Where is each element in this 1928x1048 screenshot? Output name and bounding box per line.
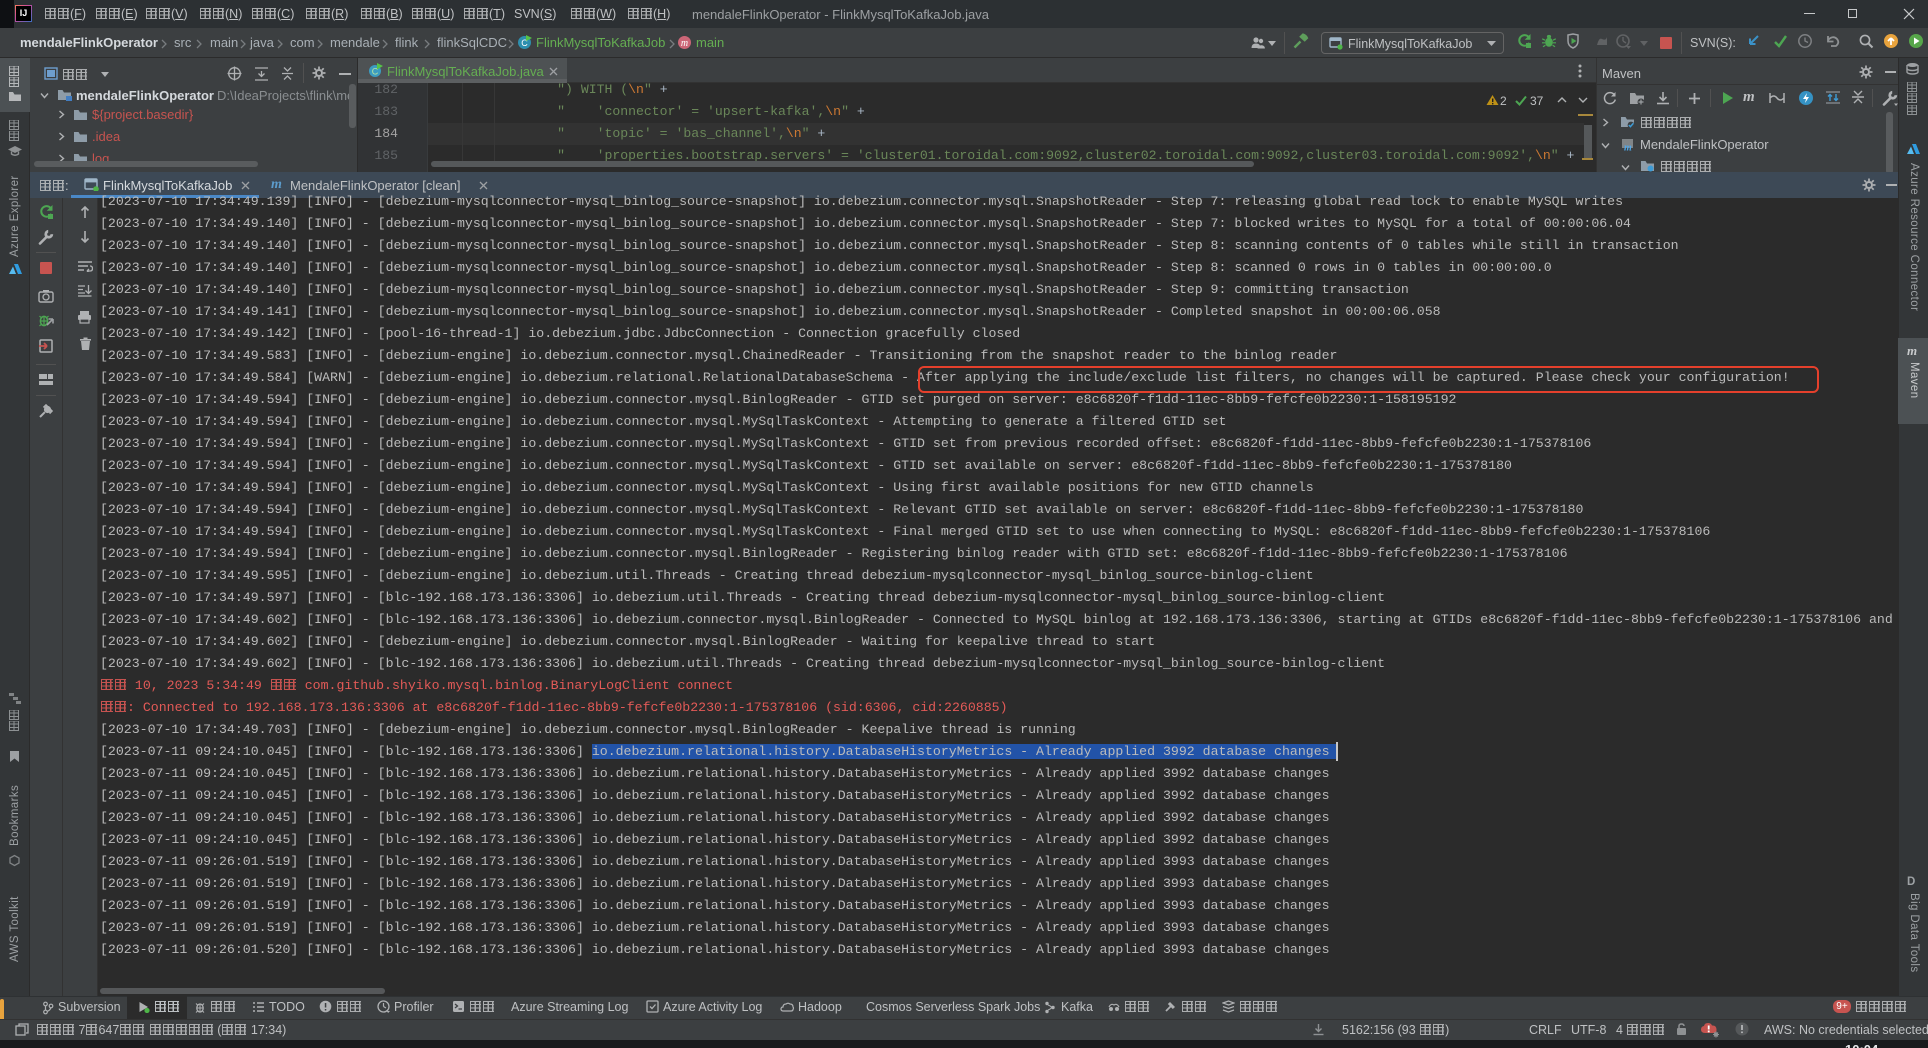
svg-text:m: m (1624, 143, 1632, 152)
svg-text:m: m (681, 38, 688, 49)
